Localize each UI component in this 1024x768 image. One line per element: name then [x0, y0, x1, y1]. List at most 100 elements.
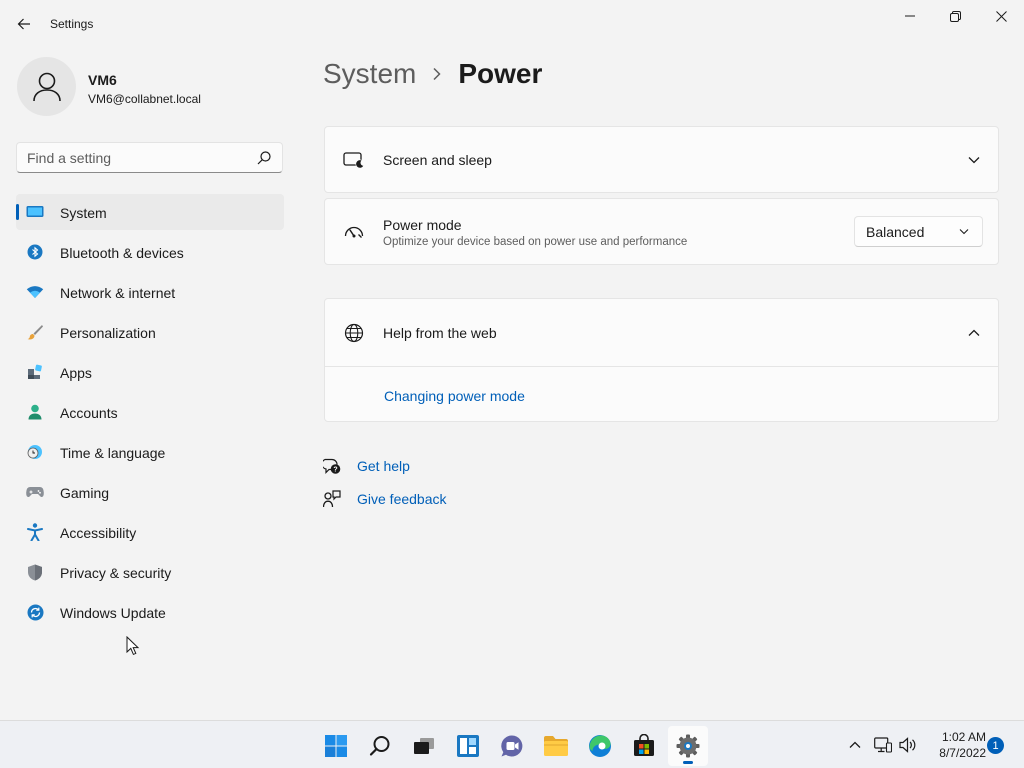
mouse-cursor-icon — [126, 636, 140, 656]
sidebar-item-accounts[interactable]: Accounts — [16, 394, 284, 430]
edge-icon — [589, 735, 611, 757]
accessibility-icon — [26, 523, 44, 541]
gear-icon — [676, 734, 700, 758]
globe-icon — [343, 322, 365, 344]
search-input[interactable] — [27, 149, 247, 167]
speaker-icon — [899, 737, 916, 753]
chevron-down-icon[interactable] — [966, 152, 982, 168]
chevron-right-icon — [432, 67, 442, 81]
back-button[interactable] — [12, 12, 36, 36]
power-mode-selected: Balanced — [866, 224, 925, 240]
folder-icon — [544, 736, 568, 756]
taskbar-search-button[interactable] — [360, 726, 400, 766]
edge-browser-button[interactable] — [580, 726, 620, 766]
minimize-button[interactable] — [887, 4, 933, 28]
give-feedback-link[interactable]: Give feedback — [323, 489, 447, 509]
widgets-button[interactable] — [448, 726, 488, 766]
page-title: Power — [458, 58, 543, 89]
card-title[interactable]: Help from the web — [383, 325, 497, 341]
sidebar-item-label: Personalization — [60, 325, 156, 341]
sidebar-item-bluetooth[interactable]: Bluetooth & devices — [16, 234, 284, 270]
sidebar-item-label: Time & language — [60, 445, 166, 461]
sidebar-item-label: Apps — [60, 365, 92, 381]
shield-icon — [26, 563, 44, 581]
help-chat-icon: ? — [323, 457, 341, 475]
restore-button[interactable] — [932, 4, 978, 28]
search-icon[interactable] — [256, 150, 272, 166]
sidebar-item-label: System — [60, 205, 107, 221]
power-mode-dropdown[interactable]: Balanced — [854, 216, 983, 247]
card-title: Power mode — [383, 217, 462, 233]
sidebar-nav: System Bluetooth & devices Network & int… — [16, 194, 284, 634]
avatar[interactable] — [17, 57, 76, 116]
sidebar-item-network[interactable]: Network & internet — [16, 274, 284, 310]
user-name: VM6 — [88, 72, 117, 88]
card-subtitle: Optimize your device based on power use … — [383, 236, 688, 248]
windows-logo-icon — [325, 735, 347, 757]
show-hidden-icons-button[interactable] — [843, 733, 867, 757]
widgets-icon — [457, 735, 479, 757]
sidebar-item-personalization[interactable]: Personalization — [16, 314, 284, 350]
network-tray-button[interactable] — [871, 733, 895, 757]
search-box[interactable] — [16, 142, 283, 173]
arrow-left-icon — [17, 18, 30, 30]
network-monitor-icon — [874, 737, 892, 753]
screen-sleep-card[interactable]: Screen and sleep — [324, 126, 999, 193]
chat-icon — [501, 735, 523, 757]
monitor-icon — [26, 203, 44, 221]
update-icon — [26, 603, 44, 621]
brush-icon — [26, 323, 44, 341]
breadcrumb-parent[interactable]: System — [323, 58, 416, 90]
screen-sleep-icon — [343, 149, 365, 171]
card-title: Screen and sleep — [383, 152, 492, 168]
chevron-up-icon — [849, 741, 861, 748]
restore-icon — [949, 10, 961, 22]
taskbar: 1:02 AM 8/7/2022 1 — [0, 720, 1024, 768]
microsoft-store-button[interactable] — [624, 726, 664, 766]
sidebar-item-privacy-security[interactable]: Privacy & security — [16, 554, 284, 590]
start-button[interactable] — [316, 726, 356, 766]
file-explorer-button[interactable] — [536, 726, 576, 766]
clock-date: 8/7/2022 — [939, 746, 986, 760]
power-mode-card: Power mode Optimize your device based on… — [324, 198, 999, 265]
bluetooth-icon — [26, 243, 44, 261]
chat-button[interactable] — [492, 726, 532, 766]
sidebar-item-label: Accounts — [60, 405, 118, 421]
notification-badge[interactable]: 1 — [987, 737, 1004, 754]
settings-app-button[interactable] — [668, 726, 708, 766]
sidebar-item-accessibility[interactable]: Accessibility — [16, 514, 284, 550]
get-help-link[interactable]: ? Get help — [323, 456, 410, 476]
app-title: Settings — [50, 17, 94, 31]
sidebar-item-system[interactable]: System — [16, 194, 284, 230]
sidebar-item-apps[interactable]: Apps — [16, 354, 284, 390]
sidebar-item-windows-update[interactable]: Windows Update — [16, 594, 284, 630]
breadcrumb: System Power — [323, 58, 542, 90]
volume-tray-button[interactable] — [896, 733, 920, 757]
task-view-button[interactable] — [404, 726, 444, 766]
sidebar-item-gaming[interactable]: Gaming — [16, 474, 284, 510]
title-bar: Settings — [0, 0, 1024, 48]
task-view-icon — [414, 738, 434, 754]
gamepad-icon — [26, 483, 44, 501]
feedback-icon — [323, 490, 341, 508]
person-icon — [26, 403, 44, 421]
chevron-up-icon[interactable] — [966, 325, 982, 341]
close-button[interactable] — [978, 4, 1024, 28]
clock-time: 1:02 AM — [941, 730, 986, 744]
clock-globe-icon — [26, 443, 44, 461]
divider — [325, 366, 998, 367]
store-icon — [634, 734, 654, 756]
changing-power-mode-link[interactable]: Changing power mode — [384, 388, 525, 404]
give-feedback-label: Give feedback — [357, 491, 447, 507]
gauge-icon — [343, 221, 365, 243]
chevron-down-icon — [959, 229, 969, 235]
close-icon — [995, 10, 1007, 22]
get-help-label: Get help — [357, 458, 410, 474]
user-email: VM6@collabnet.local — [88, 92, 201, 106]
help-from-web-card: Help from the web Changing power mode — [324, 298, 999, 422]
active-app-indicator — [683, 761, 693, 764]
minimize-icon — [905, 15, 915, 17]
sidebar-item-time-language[interactable]: Time & language — [16, 434, 284, 470]
taskbar-clock[interactable]: 1:02 AM 8/7/2022 — [924, 729, 986, 761]
svg-text:?: ? — [333, 467, 337, 474]
